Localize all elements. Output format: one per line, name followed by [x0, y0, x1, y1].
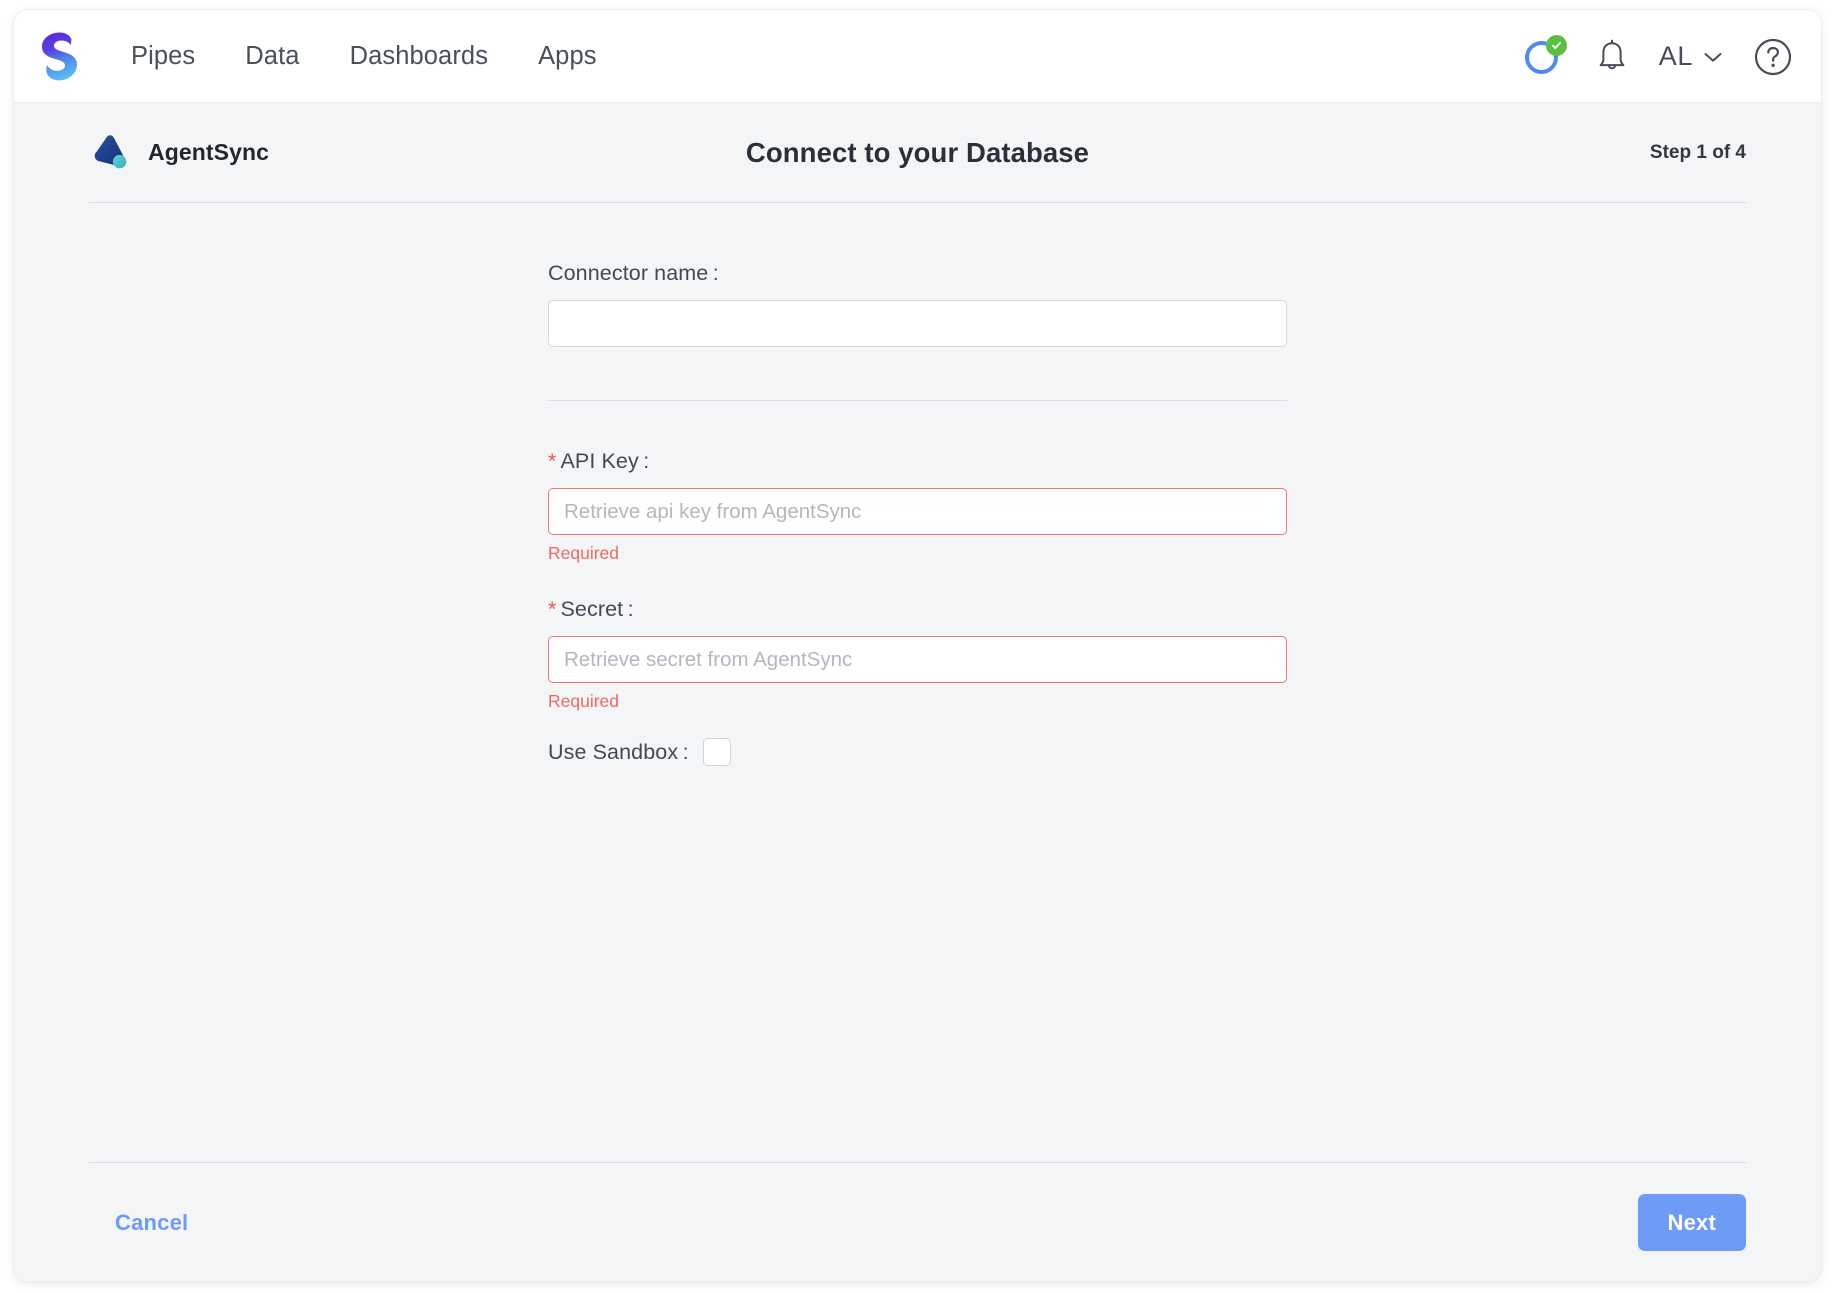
connector-name-input[interactable] — [548, 300, 1287, 347]
main-nav: Pipes Data Dashboards Apps — [131, 42, 597, 71]
connector-name-field-group: Connector name : — [548, 261, 1287, 347]
next-button[interactable]: Next — [1637, 1194, 1746, 1251]
form-divider — [548, 400, 1287, 401]
cancel-button[interactable]: Cancel — [115, 1210, 188, 1236]
use-sandbox-field-group: Use Sandbox : — [548, 738, 1287, 766]
api-key-label-text: * API Key : — [548, 449, 1287, 474]
wizard-header: AgentSync Connect to your Database Step … — [89, 103, 1746, 203]
question-circle-icon[interactable] — [1753, 37, 1793, 77]
api-key-input[interactable] — [548, 488, 1287, 535]
wizard-form: Connector name : *API Key : Required *Se… — [89, 203, 1746, 1162]
connector-wizard: AgentSync Connect to your Database Step … — [14, 103, 1821, 1282]
api-key-label-inner: API Key : — [560, 449, 650, 473]
nav-link-apps[interactable]: Apps — [538, 42, 597, 71]
secret-error: Required — [548, 691, 620, 711]
required-asterisk: * — [548, 597, 557, 621]
nav-link-pipes[interactable]: Pipes — [131, 42, 195, 71]
secret-label-text: * Secret : — [548, 597, 1287, 622]
nav-link-dashboards[interactable]: Dashboards — [350, 42, 489, 71]
nav-link-data[interactable]: Data — [245, 42, 299, 71]
page-title: Connect to your Database — [745, 136, 1090, 168]
secret-field-group: *Secret : Required — [548, 597, 1287, 712]
api-key-field-group: *API Key : Required — [548, 449, 1287, 564]
chevron-down-icon — [1704, 52, 1722, 62]
user-menu[interactable]: AL — [1659, 41, 1723, 72]
sisense-s-logo[interactable] — [36, 30, 80, 82]
use-sandbox-checkbox[interactable] — [702, 738, 731, 766]
required-asterisk: * — [548, 449, 557, 473]
connector-brand: AgentSync — [89, 133, 269, 173]
check-badge-icon — [1545, 34, 1567, 56]
api-key-error: Required — [548, 543, 620, 563]
top-bar-actions: AL — [1524, 10, 1793, 103]
app-window: Pipes Data Dashboards Apps AL AgentSync … — [14, 10, 1821, 1282]
wizard-footer: Cancel Next — [89, 1162, 1746, 1282]
sync-status-ring-icon[interactable] — [1524, 34, 1567, 77]
step-indicator: Step 1 of 4 — [1649, 141, 1746, 163]
bell-icon[interactable] — [1595, 39, 1629, 75]
field-spacer — [548, 564, 1287, 597]
user-initials: AL — [1658, 41, 1693, 71]
agentsync-logo — [94, 134, 127, 168]
secret-input[interactable] — [548, 636, 1287, 683]
connector-name-label-text: Connector name : — [548, 261, 719, 285]
secret-label-inner: Secret : — [560, 597, 634, 621]
connector-name-label: AgentSync — [148, 139, 270, 165]
top-navigation-bar: Pipes Data Dashboards Apps AL — [14, 10, 1821, 103]
use-sandbox-label-text: Use Sandbox : — [548, 739, 689, 764]
